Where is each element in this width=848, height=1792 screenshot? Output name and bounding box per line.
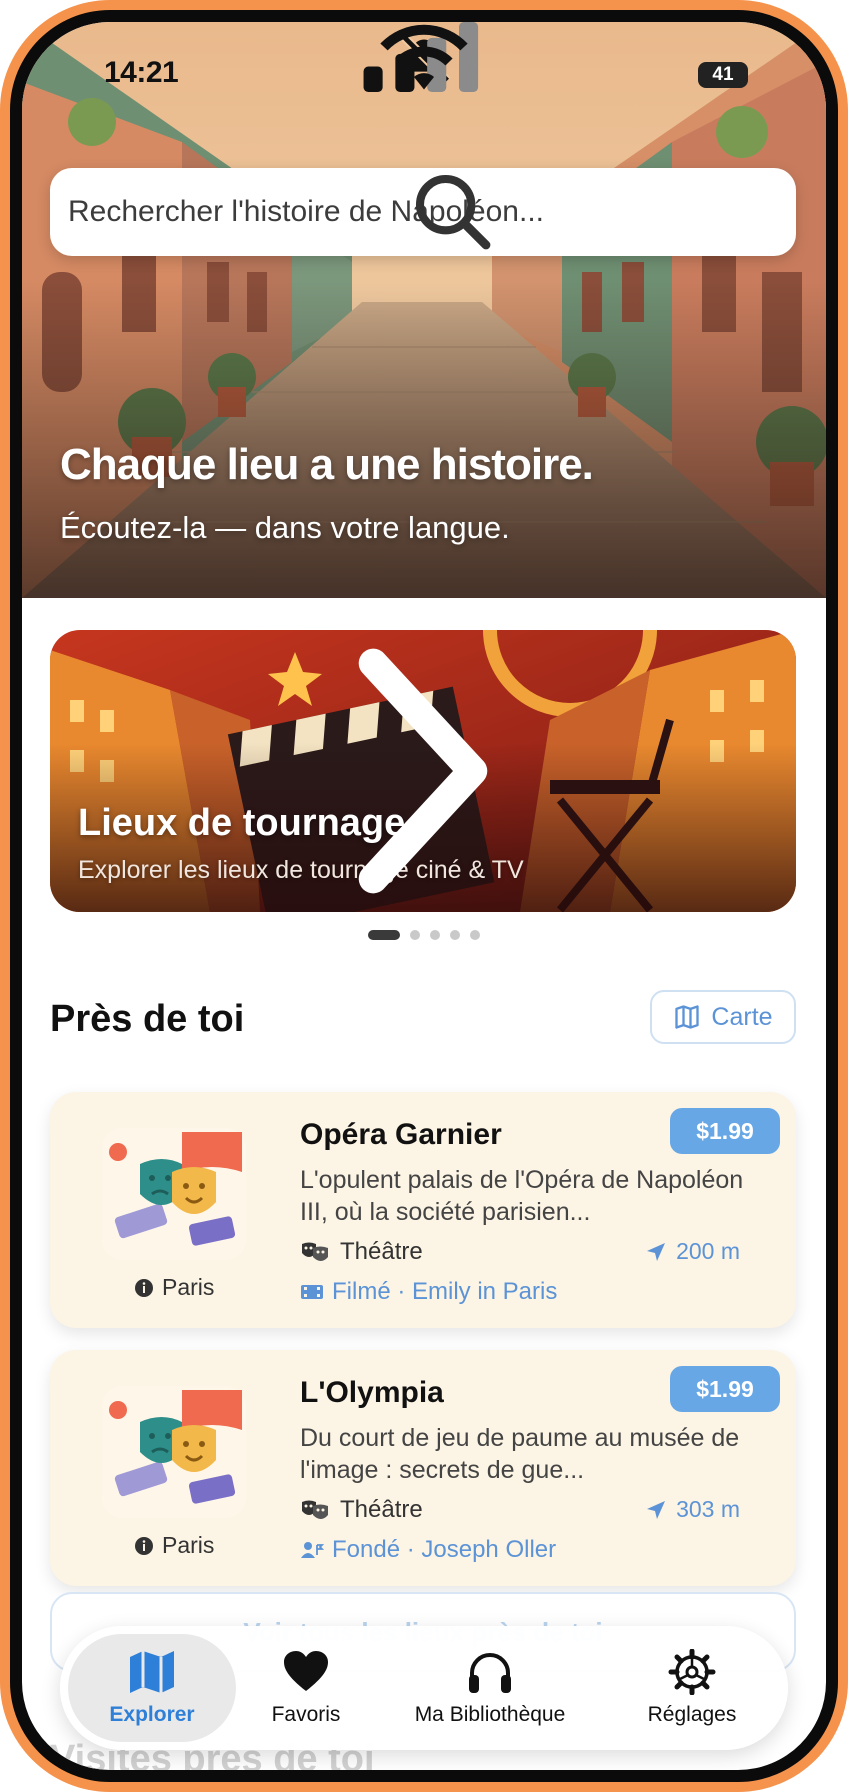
section-title-near-you: Près de toi [50,998,245,1040]
location-arrow-icon [647,1500,666,1519]
theatre-masks-icon [102,1386,246,1518]
place-card[interactable]: Paris Opéra Garnier $1.99 L'opulent pala… [50,1092,796,1328]
card-city: Paris [134,1532,214,1559]
card-tag[interactable]: Fondé · Joseph Oller [300,1536,556,1564]
card-category-label: Théâtre [340,1496,423,1523]
battery-indicator: 41 [698,62,748,88]
card-description: Du court de jeu de paume au musée de l'i… [300,1424,740,1484]
card-distance-label: 200 m [676,1238,740,1264]
device-frame: 14:21 41 Rechercher l'histoire de Napolé… [0,0,848,1792]
card-distance: 303 m [646,1496,740,1523]
tab-label: Explorer [109,1703,195,1726]
tab-explorer[interactable]: Explorer [68,1634,236,1742]
page-dot[interactable] [410,930,420,940]
price-badge[interactable]: $1.99 [670,1366,780,1412]
map-icon [675,1005,700,1029]
search-bar[interactable] [50,168,796,256]
page-dot[interactable] [450,930,460,940]
card-tag[interactable]: Filmé · Emily in Paris [300,1278,557,1306]
card-title: L'Olympia [300,1376,444,1409]
card-city-label: Paris [162,1532,215,1558]
card-description: L'opulent palais de l'Opéra de Napoléon … [300,1166,744,1226]
hero-subtitle: Écoutez-la — dans votre langue. [60,510,510,545]
tab-label: Favoris [271,1703,341,1726]
headphones-icon [469,1653,511,1693]
theatre-masks-small-icon [302,1242,328,1261]
chevron-right-icon [358,648,488,894]
status-bar: 14:21 41 [22,22,826,92]
theatre-masks-icon [102,1128,246,1260]
card-distance: 200 m [646,1238,740,1265]
info-icon [135,1536,153,1555]
page-dot[interactable] [368,930,400,940]
card-distance-label: 303 m [676,1496,740,1522]
tab-label: Réglages [647,1703,737,1726]
device-bezel: 14:21 41 Rechercher l'histoire de Napolé… [10,10,838,1782]
film-icon [301,1285,323,1299]
heart-icon [284,1651,328,1691]
app-screen: 14:21 41 Rechercher l'histoire de Napolé… [22,22,826,1770]
info-icon [135,1278,153,1297]
location-arrow-icon [647,1242,666,1261]
search-icon [415,174,491,250]
card-title: Opéra Garnier [300,1118,502,1151]
place-card[interactable]: Paris L'Olympia $1.99 Du court de jeu de… [50,1350,796,1586]
card-tag-label: Fondé · Joseph Oller [332,1536,557,1563]
tab-ma-bibliotheque[interactable]: Ma Bibliothèque [376,1634,604,1742]
card-category: Théâtre [300,1238,423,1266]
founder-person-icon [301,1542,324,1558]
hero-header: 14:21 41 Rechercher l'histoire de Napolé… [22,22,826,598]
price-badge[interactable]: $1.99 [670,1108,780,1154]
card-category-label: Théâtre [340,1238,423,1265]
tab-label: Ma Bibliothèque [414,1703,566,1726]
tab-bar: Explorer Favoris Ma Bibliothèque Réglage… [60,1626,788,1750]
hero-title: Chaque lieu a une histoire. [60,440,594,489]
page-dot[interactable] [430,930,440,940]
card-tag-label: Filmé · Emily in Paris [332,1278,558,1305]
tab-reglages[interactable]: Réglages [604,1634,780,1742]
map-button-label: Carte [711,1002,773,1031]
page-dot[interactable] [470,930,480,940]
map-button[interactable]: Carte [650,990,796,1044]
card-city: Paris [134,1274,214,1301]
map-icon [130,1651,174,1693]
card-category: Théâtre [300,1496,423,1524]
filming-locations-banner[interactable]: Lieux de tournage Explorer les lieux de … [50,630,796,912]
page-indicator[interactable] [22,930,826,940]
theatre-masks-small-icon [302,1500,328,1519]
tab-favoris[interactable]: Favoris [236,1634,376,1742]
gear-icon [668,1649,716,1695]
card-city-label: Paris [162,1274,215,1300]
